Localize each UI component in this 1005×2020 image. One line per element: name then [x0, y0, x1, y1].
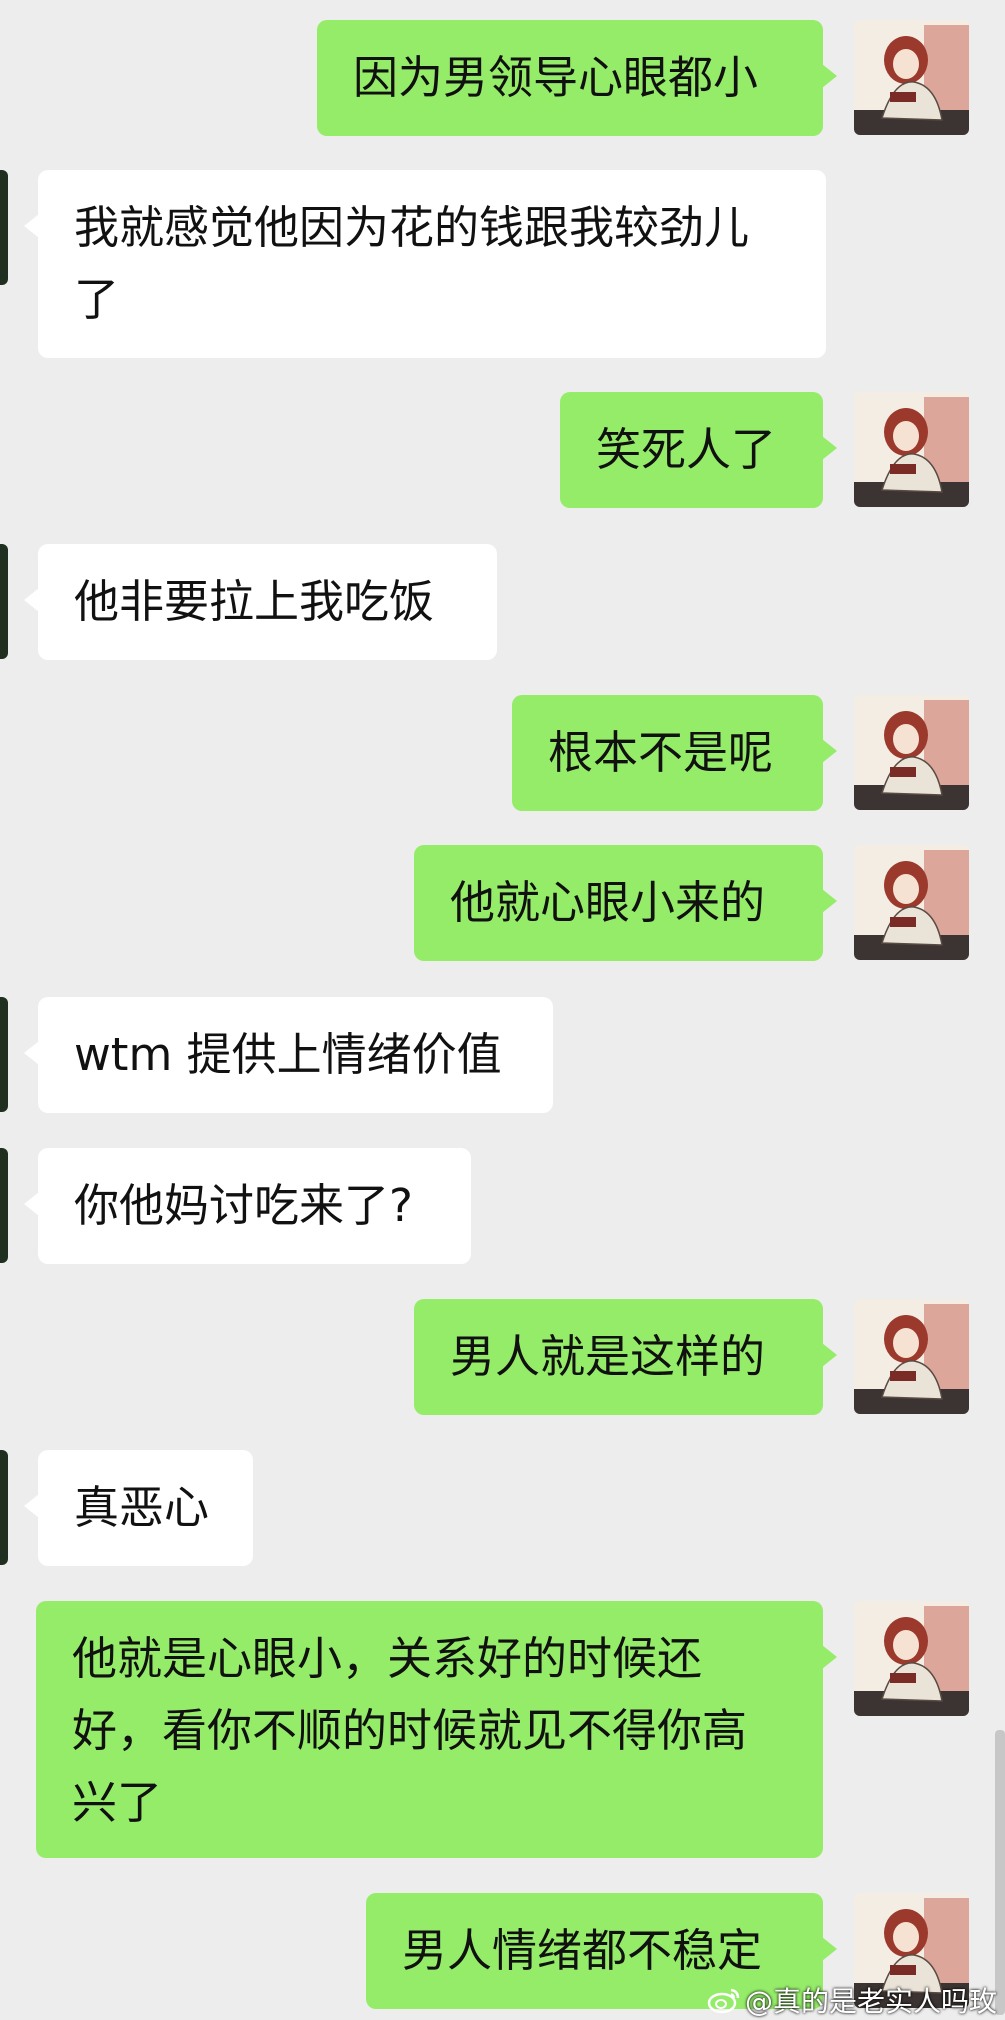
message-text: 我就感觉他因为花的钱跟我较劲儿了 [74, 201, 750, 326]
illustrated-girl-avatar-icon [854, 1299, 969, 1414]
avatar[interactable] [854, 695, 969, 810]
watermark-text: @真的是老实人吗玫 [744, 1985, 997, 2018]
illustrated-girl-avatar-icon [854, 845, 969, 960]
message-bubble-theirs[interactable]: wtm 提供上情绪价值 [24, 997, 553, 1113]
message-bubble-theirs[interactable]: 你他妈讨吃来了? [24, 1148, 471, 1264]
avatar[interactable] [854, 392, 969, 507]
illustrated-girl-avatar-icon [854, 20, 969, 135]
illustrated-girl-avatar-icon [854, 695, 969, 810]
message-text: 他非要拉上我吃饭 [74, 575, 435, 628]
message-bubble-mine[interactable]: 笑死人了 [560, 392, 837, 508]
message-bubble-mine[interactable]: 因为男领导心眼都小 [317, 20, 837, 136]
contact-avatar[interactable] [0, 170, 8, 285]
message-bubble-theirs[interactable]: 我就感觉他因为花的钱跟我较劲儿了 [24, 170, 826, 358]
message-text: 笑死人了 [596, 423, 777, 476]
message-text: 因为男领导心眼都小 [353, 51, 759, 104]
message-text: 男人情绪都不稳定 [402, 1924, 763, 1977]
weibo-icon [707, 1988, 740, 2014]
avatar[interactable] [854, 1601, 969, 1716]
message-bubble-theirs[interactable]: 他非要拉上我吃饭 [24, 544, 497, 660]
contact-avatar[interactable] [0, 1450, 8, 1565]
scrollbar[interactable] [995, 1730, 1005, 2015]
message-text: wtm 提供上情绪价值 [74, 1028, 502, 1081]
contact-avatar[interactable] [0, 1148, 8, 1263]
message-bubble-mine[interactable]: 男人就是这样的 [414, 1299, 837, 1415]
message-text: 他就心眼小来的 [450, 876, 766, 929]
message-text: 根本不是呢 [548, 726, 774, 779]
watermark: @真的是老实人吗玫 [707, 1980, 997, 2020]
message-bubble-mine[interactable]: 他就是心眼小，关系好的时候还好，看你不顺的时候就见不得你高兴了 [36, 1601, 837, 1858]
chat-message-list[interactable]: 因为男领导心眼都小 我就感觉他因为花的钱跟我较劲儿了 笑死人了 他非要拉上我吃饭… [0, 0, 1005, 2020]
message-text: 他就是心眼小，关系好的时候还好，看你不顺的时候就见不得你高兴了 [72, 1632, 748, 1829]
contact-avatar[interactable] [0, 997, 8, 1112]
message-text: 男人就是这样的 [450, 1330, 766, 1383]
avatar[interactable] [854, 1299, 969, 1414]
message-text: 你他妈讨吃来了? [74, 1179, 413, 1232]
message-bubble-mine[interactable]: 根本不是呢 [512, 695, 837, 811]
message-bubble-mine[interactable]: 他就心眼小来的 [414, 845, 837, 961]
contact-avatar[interactable] [0, 544, 8, 659]
avatar[interactable] [854, 845, 969, 960]
illustrated-girl-avatar-icon [854, 1601, 969, 1716]
message-bubble-theirs[interactable]: 真恶心 [24, 1450, 253, 1566]
message-text: 真恶心 [74, 1481, 210, 1534]
illustrated-girl-avatar-icon [854, 392, 969, 507]
avatar[interactable] [854, 20, 969, 135]
